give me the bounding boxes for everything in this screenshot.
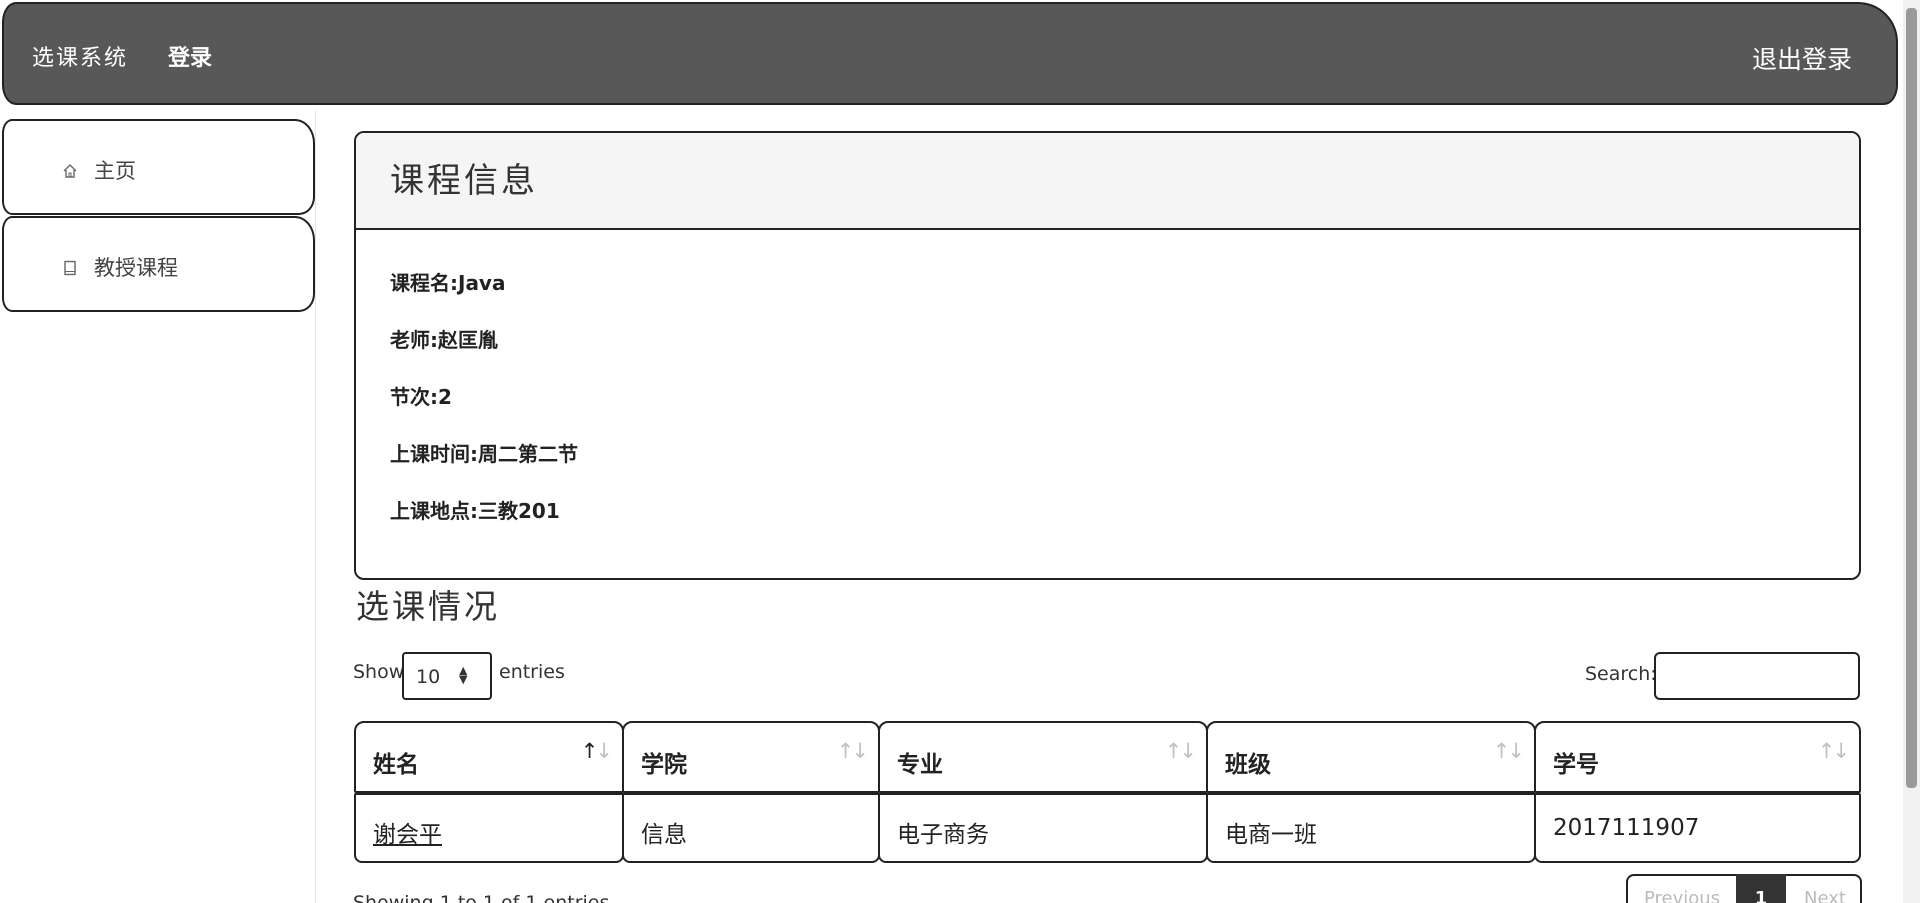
logout-link[interactable]: 退出登录 bbox=[1752, 40, 1852, 76]
select-arrows-icon: ▲ ▼ bbox=[459, 664, 468, 686]
table-cell-college: 信息 bbox=[622, 793, 880, 863]
panel-header: 课程信息 bbox=[356, 133, 1859, 230]
book-icon bbox=[64, 260, 76, 276]
pagination: Previous 1 Next bbox=[1626, 874, 1862, 903]
table-cell-student-id: 2017111907 bbox=[1534, 793, 1861, 863]
column-header-name[interactable]: 姓名 ↑↓ bbox=[354, 721, 624, 793]
cell-text: 电子商务 bbox=[897, 822, 989, 848]
column-header-label: 学号 bbox=[1553, 752, 1599, 778]
column-header-label: 姓名 bbox=[373, 752, 419, 778]
sort-icon[interactable]: ↑↓ bbox=[1818, 739, 1850, 763]
column-header-label: 班级 bbox=[1225, 752, 1271, 778]
search-label: Search: bbox=[1585, 663, 1657, 685]
column-header-label: 专业 bbox=[897, 752, 943, 778]
column-header-class[interactable]: 班级 ↑↓ bbox=[1206, 721, 1536, 793]
course-time: 上课时间:周二第二节 bbox=[390, 442, 578, 466]
sort-icon[interactable]: ↑↓ bbox=[1165, 739, 1197, 763]
column-header-student-id[interactable]: 学号 ↑↓ bbox=[1534, 721, 1861, 793]
column-header-college[interactable]: 学院 ↑↓ bbox=[622, 721, 880, 793]
sidebar-item-courses[interactable]: 教授课程 bbox=[2, 216, 315, 312]
sidebar-item-label: 主页 bbox=[94, 159, 136, 183]
sidebar-item-label: 教授课程 bbox=[94, 256, 178, 280]
vertical-scrollbar[interactable] bbox=[1903, 0, 1920, 903]
page-size-select[interactable]: 10 ▲ ▼ bbox=[402, 652, 492, 700]
student-name-link[interactable]: 谢会平 bbox=[373, 815, 442, 849]
page-1-button[interactable]: 1 bbox=[1736, 874, 1786, 903]
section-title: 选课情况 bbox=[356, 587, 500, 626]
brand-title[interactable]: 选课系统 bbox=[32, 40, 128, 72]
course-teacher: 老师:赵匡胤 bbox=[390, 328, 498, 352]
panel-title: 课程信息 bbox=[390, 161, 538, 201]
home-icon bbox=[63, 164, 77, 178]
scrollbar-thumb[interactable] bbox=[1906, 8, 1917, 788]
cell-text: 信息 bbox=[641, 822, 687, 848]
table-info-text: Showing 1 to 1 of 1 entries bbox=[353, 892, 610, 903]
table-cell-major: 电子商务 bbox=[878, 793, 1208, 863]
search-input[interactable] bbox=[1654, 652, 1860, 700]
entries-label: entries bbox=[499, 661, 565, 683]
course-info-panel: 课程信息 课程名:Java 老师:赵匡胤 节次:2 上课时间:周二第二节 上课地… bbox=[354, 131, 1861, 580]
sort-icon[interactable]: ↑↓ bbox=[837, 739, 869, 763]
course-period: 节次:2 bbox=[390, 385, 452, 409]
cell-text: 电商一班 bbox=[1225, 822, 1317, 848]
course-location: 上课地点:三教201 bbox=[390, 499, 560, 523]
login-link[interactable]: 登录 bbox=[168, 40, 212, 72]
sidebar-item-home[interactable]: 主页 bbox=[2, 119, 315, 215]
table-cell-class: 电商一班 bbox=[1206, 793, 1536, 863]
top-navbar: 选课系统 登录 退出登录 bbox=[2, 2, 1898, 105]
sort-icon[interactable]: ↑↓ bbox=[1493, 739, 1525, 763]
sort-asc-icon[interactable]: ↑↓ bbox=[581, 739, 613, 763]
next-button[interactable]: Next bbox=[1804, 888, 1846, 903]
course-name: 课程名:Java bbox=[390, 271, 506, 295]
show-label: Show bbox=[353, 661, 405, 683]
column-header-major[interactable]: 专业 ↑↓ bbox=[878, 721, 1208, 793]
cell-text: 2017111907 bbox=[1553, 815, 1700, 841]
table-cell-name: 谢会平 bbox=[354, 793, 624, 863]
previous-button[interactable]: Previous bbox=[1644, 888, 1720, 903]
column-header-label: 学院 bbox=[641, 752, 687, 778]
sidebar: 主页 教授课程 bbox=[0, 110, 316, 903]
page-size-value: 10 bbox=[416, 666, 441, 688]
